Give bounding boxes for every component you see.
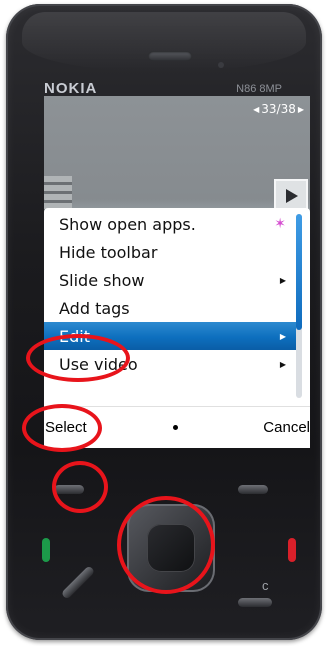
image-counter: ◀ 33/38 ▶ [253,102,304,116]
submenu-arrow-icon: ▶ [279,275,286,285]
menu-item-add-tags[interactable]: Add tags [44,294,296,322]
previous-arrow-icon[interactable]: ◀ [253,105,259,114]
brand-logo: NOKIA [44,80,98,97]
bezel-gloss [22,12,306,72]
call-key-icon[interactable] [42,538,50,562]
earpiece-speaker [148,51,192,61]
annotation-circle-left-softkey [52,461,108,513]
clear-key-label: c [262,578,269,593]
stage: NOKIA N86 8MP ◀ 33/38 ▶ Show open apps. [0,0,328,646]
end-key-icon[interactable] [288,538,296,562]
menu-key-button[interactable] [60,565,96,600]
center-softkey-dot [172,425,178,430]
annotation-circle-edit [26,334,130,382]
right-softkey-button[interactable] [238,485,268,494]
menu-item-label: Hide toolbar [59,242,158,262]
front-camera-icon [218,62,224,68]
screen: ◀ 33/38 ▶ Show open apps. ✶ Hide toolbar [44,96,310,448]
cancel-softkey[interactable]: Cancel [263,419,310,436]
annotation-circle-center-key [117,496,215,594]
next-arrow-icon[interactable]: ▶ [298,105,304,114]
play-icon [286,189,298,203]
submenu-arrow-icon: ▶ [279,359,286,369]
annotation-circle-select [22,404,102,452]
menu-item-hide-toolbar[interactable]: Hide toolbar [44,238,296,266]
menu-item-label: Show open apps. [59,214,196,234]
menu-item-show-open-apps[interactable]: Show open apps. ✶ [44,210,296,238]
menu-item-label: Slide show [59,270,145,290]
menu-item-label: Add tags [59,298,130,318]
menu-scrollbar[interactable] [296,214,302,398]
clear-key-button[interactable] [238,598,272,607]
scrollbar-thumb[interactable] [296,214,302,330]
open-apps-icon: ✶ [274,216,286,232]
submenu-arrow-icon: ▶ [279,331,286,341]
model-label: N86 8MP [236,83,282,95]
image-counter-text: 33/38 [261,102,296,116]
menu-item-slide-show[interactable]: Slide show ▶ [44,266,296,294]
